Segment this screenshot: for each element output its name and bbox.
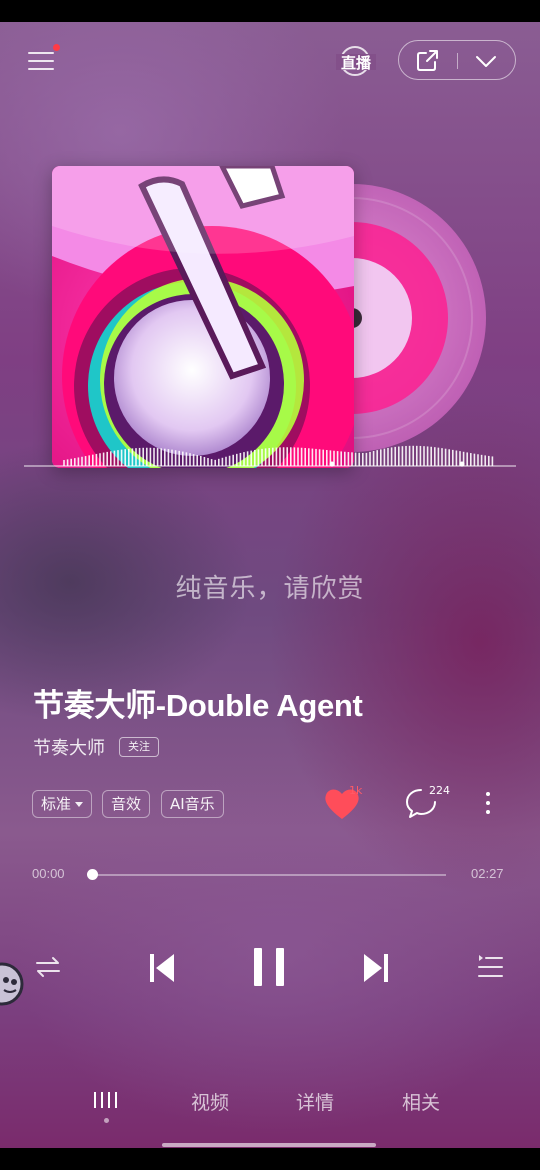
home-indicator: [162, 1143, 376, 1147]
active-tab-indicator: [104, 1118, 109, 1123]
header-action-pill: [398, 40, 516, 80]
repeat-icon[interactable]: [34, 954, 62, 980]
quality-selector[interactable]: 标准: [32, 790, 93, 818]
share-icon[interactable]: [415, 49, 441, 73]
skip-previous-icon[interactable]: [148, 951, 176, 985]
skip-next-icon[interactable]: [362, 951, 390, 985]
navigation-bar: [0, 1148, 540, 1170]
current-time: 00:00: [32, 866, 65, 881]
ai-music-button[interactable]: AI音乐: [161, 790, 224, 818]
bottom-tabs: 视频 详情 相关: [0, 1084, 540, 1124]
like-count: 1k: [349, 784, 363, 797]
progress-track[interactable]: [87, 869, 446, 880]
quality-label: 标准: [41, 795, 72, 813]
more-options-icon[interactable]: [478, 788, 498, 818]
player-screen: 直播 纯音乐，请欣赏 节奏大师-Double Agent 节奏大师 关注 标准 …: [0, 22, 540, 1148]
live-button[interactable]: 直播: [336, 44, 376, 82]
notification-dot: [53, 44, 60, 51]
tab-details[interactable]: 详情: [296, 1088, 334, 1115]
pill-divider: [457, 53, 458, 69]
lyric-line: 纯音乐，请欣赏: [175, 574, 365, 604]
playlist-icon[interactable]: [476, 952, 504, 982]
chevron-down-icon[interactable]: [471, 49, 501, 73]
tab-related[interactable]: 相关: [402, 1088, 440, 1115]
pause-icon[interactable]: [252, 946, 286, 988]
audio-waveform: [24, 445, 516, 467]
caret-down-icon: [75, 802, 84, 807]
live-label: 直播: [336, 52, 376, 73]
total-time: 02:27: [471, 866, 504, 881]
tab-lyrics[interactable]: [94, 1092, 120, 1114]
hamburger-menu-icon[interactable]: [28, 44, 60, 76]
progress-knob[interactable]: [87, 869, 98, 880]
tab-video[interactable]: 视频: [191, 1088, 229, 1115]
assistant-bubble-icon[interactable]: [0, 960, 26, 1008]
follow-button[interactable]: 关注: [119, 737, 159, 757]
song-title: 节奏大师-Double Agent: [33, 688, 363, 723]
comment-count: 224: [429, 784, 450, 797]
sound-effect-button[interactable]: 音效: [102, 790, 151, 818]
artist-name[interactable]: 节奏大师: [33, 734, 105, 760]
